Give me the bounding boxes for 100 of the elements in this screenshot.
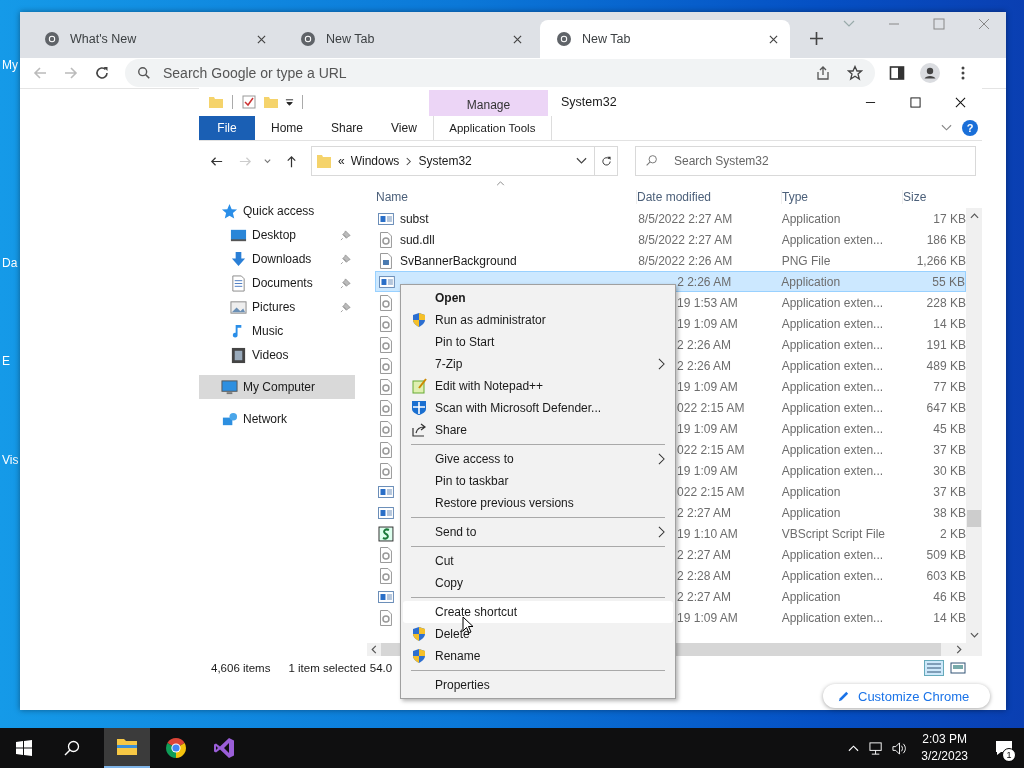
new-tab-icon[interactable]: [810, 32, 823, 45]
globe-icon: [556, 31, 572, 47]
gear-page-icon[interactable]: [378, 462, 394, 479]
menu-item[interactable]: Edit with Notepad++: [403, 375, 673, 397]
maximize-icon[interactable]: [910, 96, 921, 108]
close-icon[interactable]: [257, 34, 266, 44]
scroll-right-icon[interactable]: [956, 645, 962, 654]
nav-item[interactable]: Desktop: [199, 223, 355, 247]
profile-icon[interactable]: [920, 63, 940, 83]
gear-page-icon[interactable]: [378, 294, 394, 311]
gear-page-icon[interactable]: [378, 378, 394, 395]
gear-page-icon[interactable]: [378, 399, 394, 416]
caret-icon[interactable]: [285, 97, 294, 107]
browser-tab[interactable]: New Tab: [540, 20, 790, 58]
gear-page-icon[interactable]: [378, 357, 394, 374]
clock-time[interactable]: 2:03 PM: [922, 731, 967, 748]
app-window-icon[interactable]: [378, 504, 394, 521]
gear-page-icon[interactable]: [378, 336, 394, 353]
breadcrumb-item[interactable]: Windows: [350, 154, 400, 168]
scroll-left-icon[interactable]: [371, 645, 377, 654]
file-tab[interactable]: File: [199, 116, 255, 140]
taskbar-app[interactable]: [104, 728, 150, 768]
menu-item[interactable]: Restore previous versions: [403, 492, 673, 514]
menu-item[interactable]: Delete: [403, 623, 673, 645]
menu-item[interactable]: Pin to Start: [403, 331, 673, 353]
scroll-down-icon[interactable]: [969, 632, 979, 638]
side-panel-icon[interactable]: [889, 65, 905, 81]
close-icon[interactable]: [513, 34, 522, 44]
menu-item[interactable]: Rename: [403, 645, 673, 667]
vertical-scrollbar[interactable]: [966, 208, 982, 643]
menu-item[interactable]: Create shortcut: [403, 601, 673, 623]
nav-item[interactable]: Videos: [199, 343, 355, 367]
gear-page-icon[interactable]: [378, 231, 394, 248]
nav-item[interactable]: Quick access: [199, 199, 355, 223]
chevron-right-icon[interactable]: [405, 156, 413, 166]
ribbon-tab[interactable]: Share: [317, 116, 378, 140]
browser-tab[interactable]: What's New: [28, 20, 278, 58]
customize-button[interactable]: Customize Chrome: [823, 684, 990, 708]
gear-page-icon[interactable]: [378, 567, 394, 584]
chevron-down-icon[interactable]: [576, 157, 587, 165]
menu-item[interactable]: Give access to: [403, 448, 673, 470]
menu-item[interactable]: Send to: [403, 521, 673, 543]
gear-page-icon[interactable]: [378, 420, 394, 437]
chevron-down-icon[interactable]: [263, 156, 272, 166]
gear-page-icon[interactable]: [378, 609, 394, 626]
address-bar[interactable]: Search Google or type a URL: [125, 59, 875, 87]
thumbnail-view-icon[interactable]: [948, 660, 968, 676]
column-header[interactable]: Size: [902, 189, 927, 204]
down-arrow-icon: [230, 250, 247, 268]
menu-item[interactable]: Share: [403, 419, 673, 441]
nav-item[interactable]: My Computer: [199, 375, 355, 399]
address-field[interactable]: « Windows System32: [311, 146, 618, 176]
nav-item[interactable]: Network: [199, 407, 355, 431]
image-page-icon[interactable]: [378, 252, 394, 269]
gear-page-icon[interactable]: [378, 441, 394, 458]
overflow-icon[interactable]: «: [338, 154, 345, 168]
close-icon[interactable]: [955, 96, 966, 108]
speaker-icon[interactable]: [892, 740, 908, 756]
menu-item[interactable]: Properties: [403, 674, 673, 696]
search-field[interactable]: Search System32: [635, 146, 976, 176]
help-button[interactable]: ?: [962, 120, 978, 136]
scroll-up-icon[interactable]: [969, 213, 979, 219]
menu-item[interactable]: Copy: [403, 572, 673, 594]
search-icon: [645, 154, 658, 167]
reload-icon[interactable]: [94, 65, 110, 81]
close-icon[interactable]: [769, 34, 778, 44]
menu-item[interactable]: Scan with Microsoft Defender...: [403, 397, 673, 419]
star-icon[interactable]: [847, 65, 863, 81]
notification-button[interactable]: 1: [984, 728, 1024, 768]
menu-item[interactable]: Cut: [403, 550, 673, 572]
nav-item[interactable]: Music: [199, 319, 355, 343]
script-icon[interactable]: [378, 525, 394, 542]
clock-date[interactable]: 3/2/2023: [921, 748, 968, 765]
column-header[interactable]: Name: [375, 189, 636, 204]
share-icon[interactable]: [815, 65, 831, 81]
column-header[interactable]: Date modified: [636, 189, 781, 204]
nav-item[interactable]: Documents: [199, 271, 355, 295]
menu-item[interactable]: Open: [403, 287, 673, 309]
nav-item[interactable]: Pictures: [199, 295, 355, 319]
app-window-icon[interactable]: [378, 210, 394, 227]
scroll-thumb[interactable]: [967, 510, 981, 527]
browser-tab[interactable]: New Tab: [284, 20, 534, 58]
menu-item[interactable]: Run as administrator: [403, 309, 673, 331]
properties-icon[interactable]: [241, 94, 257, 110]
menu-item[interactable]: Pin to taskbar: [403, 470, 673, 492]
search-icon[interactable]: [64, 740, 80, 756]
gear-page-icon[interactable]: [378, 546, 394, 563]
column-header[interactable]: Type: [781, 189, 902, 204]
ribbon-tab[interactable]: Home: [257, 116, 317, 140]
nav-item[interactable]: Downloads: [199, 247, 355, 271]
start-icon[interactable]: [16, 740, 32, 756]
network-icon[interactable]: [869, 740, 885, 756]
app-window-icon[interactable]: [378, 483, 394, 500]
ribbon-tab[interactable]: View: [377, 116, 431, 140]
menu-item[interactable]: 7-Zip: [403, 353, 673, 375]
app-window-icon[interactable]: [378, 588, 394, 605]
gear-page-icon[interactable]: [378, 315, 394, 332]
app-window-icon[interactable]: [379, 273, 395, 290]
chevron-up-icon[interactable]: [848, 744, 860, 752]
breadcrumb-item[interactable]: System32: [418, 154, 472, 168]
